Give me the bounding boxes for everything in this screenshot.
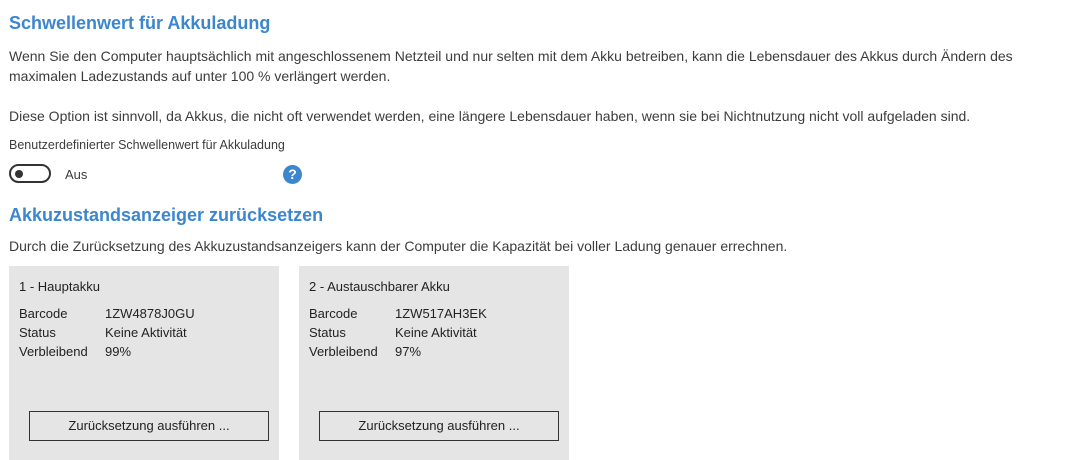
charge-threshold-title: Schwellenwert für Akkuladung [9,13,271,33]
barcode-label: Barcode [309,306,358,321]
battery-settings-page: Schwellenwert für Akkuladung Wenn Sie de… [0,0,1087,460]
remaining-row: Verbleibend 99% [19,344,131,359]
remaining-row: Verbleibend 97% [309,344,421,359]
question-circle-icon[interactable]: ? [283,165,302,184]
barcode-row: Barcode 1ZW517AH3EK [309,306,487,321]
toggle-state-label: Aus [65,167,88,182]
battery-card-title: 2 - Austauschbarer Akku [309,279,450,294]
remaining-label: Verbleibend [309,344,378,359]
reset-button-main[interactable]: Zurücksetzung ausführen ... [29,411,269,441]
remaining-label: Verbleibend [19,344,88,359]
barcode-label: Barcode [19,306,68,321]
custom-threshold-label: Benutzerdefinierter Schwellenwert für Ak… [9,138,285,152]
barcode-row: Barcode 1ZW4878J0GU [19,306,195,321]
status-label: Status [19,325,56,340]
barcode-value: 1ZW4878J0GU [105,306,195,321]
remaining-value: 97% [395,344,422,359]
status-row: Status Keine Aktivität [19,325,187,340]
charge-threshold-note: Diese Option ist sinnvoll, da Akkus, die… [9,108,971,124]
toggle-knob [15,169,23,178]
custom-threshold-toggle[interactable] [9,164,51,183]
status-row: Status Keine Aktivität [309,325,477,340]
status-label: Status [309,325,346,340]
status-value: Keine Aktivität [105,325,187,340]
reset-button-replaceable[interactable]: Zurücksetzung ausführen ... [319,411,559,441]
charge-threshold-description: Wenn Sie den Computer hauptsächlich mit … [9,48,1013,84]
status-value: Keine Aktivität [395,325,477,340]
battery-card-title: 1 - Hauptakku [19,279,100,294]
battery-card-main: 1 - Hauptakku Barcode 1ZW4878J0GU Status K… [9,266,279,460]
remaining-value: 99% [105,344,132,359]
barcode-value: 1ZW517AH3EK [395,306,487,321]
battery-card-replaceable: 2 - Austauschbarer Akku Barcode 1ZW517AH3… [299,266,569,460]
reset-gauge-title: Akkuzustandsanzeiger zurücksetzen [9,205,324,225]
reset-gauge-description: Durch die Zurücksetzung des Akkuzustands… [9,238,788,254]
